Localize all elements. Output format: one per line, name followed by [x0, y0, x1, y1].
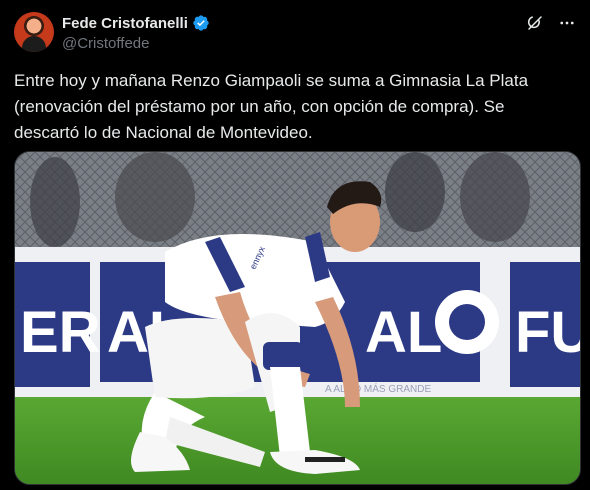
- tweet-text: Entre hoy y mañana Renzo Giampaoli se su…: [14, 71, 533, 142]
- author-handle[interactable]: @Cristoffede: [62, 35, 150, 52]
- grok-icon[interactable]: [524, 12, 546, 34]
- author-display-name[interactable]: Fede Cristofanelli: [62, 15, 188, 32]
- banner-text-right: FU: [515, 300, 580, 365]
- banner-small-text: A ALGO MÁS GRANDE: [325, 382, 431, 395]
- avatar[interactable]: [14, 12, 54, 52]
- tweet-top-actions: [524, 12, 578, 34]
- more-icon[interactable]: [556, 12, 578, 34]
- author-name-row: Fede Cristofanelli: [62, 14, 210, 32]
- tweet-media-photo[interactable]: ER AL AL FU A ALGO MÁS GRANDE: [14, 151, 581, 485]
- banner-text-mid2: AL: [365, 300, 442, 365]
- verified-badge-icon: [193, 15, 209, 31]
- banner-text-left: ER: [20, 300, 101, 365]
- tweet-card: Fede Cristofanelli @Cristoffede Entre ho…: [0, 0, 590, 490]
